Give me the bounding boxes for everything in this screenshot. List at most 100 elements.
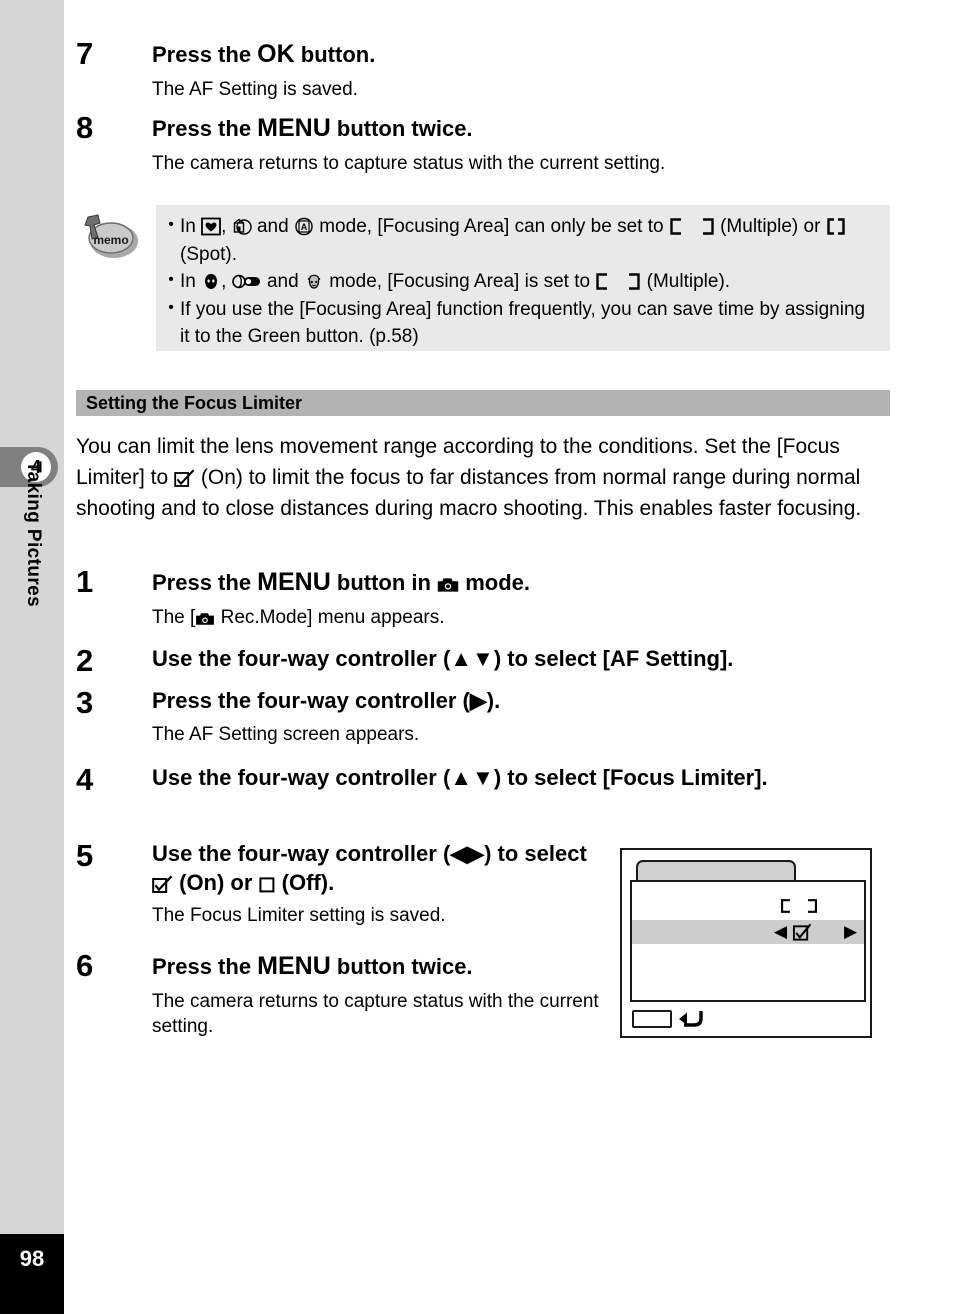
menu-button-box[interactable] — [632, 1010, 672, 1028]
step-description: The [ Rec.Mode] menu appears. — [152, 605, 906, 631]
step-title-post: button twice. — [330, 116, 473, 141]
sidebar: 4 Taking Pictures 98 — [0, 0, 64, 1314]
focus-multiple-icon — [596, 273, 641, 290]
step-7: 7 Press the OK button. The AF Setting is… — [76, 38, 906, 102]
step-number: 8 — [76, 110, 94, 145]
page-content: 7 Press the OK button. The AF Setting is… — [64, 0, 954, 1314]
step-description: The camera returns to capture status wit… — [152, 990, 599, 1038]
lcd-screen-illustration: ◀ ▶ — [620, 848, 872, 1038]
step-title: Press the four-way controller (▶). — [152, 688, 501, 713]
text-fragment: , — [221, 271, 232, 293]
memo-bullet-2: • In , and mode, [Focusing Area] is set … — [162, 268, 878, 296]
section-header: Setting the Focus Limiter — [76, 390, 890, 416]
step-number: 2 — [76, 643, 94, 678]
step-number: 6 — [76, 948, 94, 983]
step-1: 1 Press the MENU button in mode. The [ R… — [76, 566, 906, 630]
svg-text:A: A — [301, 222, 308, 232]
step-description: The camera returns to capture status wit… — [152, 152, 666, 174]
text-fragment: The [ — [152, 606, 196, 628]
menu-row-focusing-area — [632, 896, 864, 920]
text-fragment: (Spot). — [180, 243, 238, 265]
step-title: Press the MENU button in mode. — [152, 566, 906, 599]
text-fragment: mode, [Focusing Area] is set to — [323, 271, 596, 293]
memo-bullet-text: In , and mode, [Focusing Area] is set to… — [180, 268, 878, 296]
step-5: 5 Use the four-way controller (◀▶) to se… — [76, 838, 587, 929]
left-arrow-icon: ◀ — [774, 922, 788, 941]
menu-button-label: MENU — [257, 568, 331, 596]
step-description: The Focus Limiter setting is saved. — [152, 905, 446, 927]
step-title-pre: Press the — [152, 42, 258, 67]
text-fragment: mode, [Focusing Area] can only be set to — [313, 216, 669, 237]
step-number: 3 — [76, 685, 94, 720]
memo-block: memo • In , and A mode, [Focusing Area] … — [76, 205, 890, 351]
text-mode-icon: A — [295, 217, 313, 236]
memo-box: • In , and A mode, [Focusing Area] can o… — [156, 205, 890, 351]
portrait-mode-icon — [205, 274, 218, 290]
checkbox-on-icon — [174, 469, 195, 487]
text-fragment: (Multiple) or — [714, 216, 826, 237]
checkbox-off-icon — [258, 876, 274, 892]
svg-text:memo: memo — [93, 233, 128, 247]
bullet-marker: • — [168, 216, 174, 233]
text-fragment: Press the — [152, 954, 258, 979]
bullet-marker: • — [168, 271, 174, 289]
menu-button-label: MENU — [257, 952, 331, 980]
step-title: Press the MENU button twice. — [152, 950, 556, 983]
text-fragment: button in — [330, 570, 438, 595]
text-fragment: In — [180, 216, 202, 237]
text-fragment: button twice. — [330, 954, 473, 979]
text-fragment: and — [261, 271, 304, 293]
step-title-pre: Press the — [152, 116, 258, 141]
page-number: 98 — [0, 1234, 64, 1314]
step-6: 6 Press the MENU button twice. The camer… — [76, 948, 599, 1040]
step-number: 5 — [76, 838, 94, 873]
text-fragment: Use the four-way controller (◀▶) to sele… — [152, 841, 587, 866]
focus-multiple-icon — [670, 218, 714, 235]
back-arrow-icon — [679, 1011, 703, 1027]
checkbox-on-icon — [792, 923, 812, 941]
menu-button-label: MENU — [257, 114, 331, 142]
step-number: 4 — [76, 762, 94, 797]
step-title: Use the four-way controller (▲▼) to sele… — [152, 646, 734, 671]
right-arrow-icon: ▶ — [844, 922, 858, 941]
memo-bullet-text: If you use the [Focusing Area] function … — [180, 298, 866, 348]
camera-mode-icon — [196, 612, 215, 625]
lcd-bottom-bar — [632, 1008, 705, 1030]
kids-mode-icon — [307, 274, 321, 289]
step-title-post: button. — [294, 42, 376, 67]
focus-spot-icon — [826, 218, 845, 235]
text-fragment: Rec.Mode] menu appears. — [215, 606, 445, 628]
step-title: Use the four-way controller (◀▶) to sele… — [152, 840, 592, 897]
step-number: 7 — [76, 36, 94, 71]
step-title: Press the MENU button twice. — [152, 112, 906, 145]
step-description: The AF Setting is saved. — [152, 78, 358, 100]
step-title: Use the four-way controller (▲▼) to sele… — [152, 765, 768, 790]
text-fragment: (Off). — [275, 869, 335, 895]
text-fragment: , — [221, 216, 232, 237]
focus-multiple-icon — [780, 899, 818, 913]
ok-button-label: OK — [257, 40, 295, 68]
chapter-title: Taking Pictures — [23, 461, 44, 608]
pet-heart-mode-icon — [201, 217, 222, 236]
step-3: 3 Press the four-way controller (▶). The… — [76, 687, 906, 747]
movie-mode-icon — [231, 274, 260, 289]
memo-bullet-3: • If you use the [Focusing Area] functio… — [162, 296, 878, 351]
museum-mode-icon — [233, 218, 252, 235]
checkbox-on-icon — [152, 875, 173, 893]
camera-mode-icon — [437, 578, 459, 592]
bullet-marker: • — [168, 298, 174, 316]
text-fragment: In — [180, 271, 202, 293]
memo-bullet-1: • In , and A mode, [Focusing Area] can o… — [162, 213, 878, 268]
memo-bullet-text: In , and A mode, [Focusing Area] can onl… — [180, 213, 878, 268]
text-fragment: mode. — [459, 570, 530, 595]
menu-panel: ◀ ▶ — [630, 880, 866, 1002]
step-title: Press the OK button. — [152, 38, 906, 71]
step-number: 1 — [76, 564, 94, 599]
section-intro-text: You can limit the lens movement range ac… — [76, 432, 886, 525]
step-2: 2 Use the four-way controller (▲▼) to se… — [76, 643, 906, 678]
text-fragment: (On) or — [173, 869, 259, 895]
text-fragment: (Multiple). — [641, 271, 731, 293]
text-fragment: Press the — [152, 570, 258, 595]
step-description: The AF Setting screen appears. — [152, 723, 420, 745]
text-fragment: and — [251, 216, 294, 237]
